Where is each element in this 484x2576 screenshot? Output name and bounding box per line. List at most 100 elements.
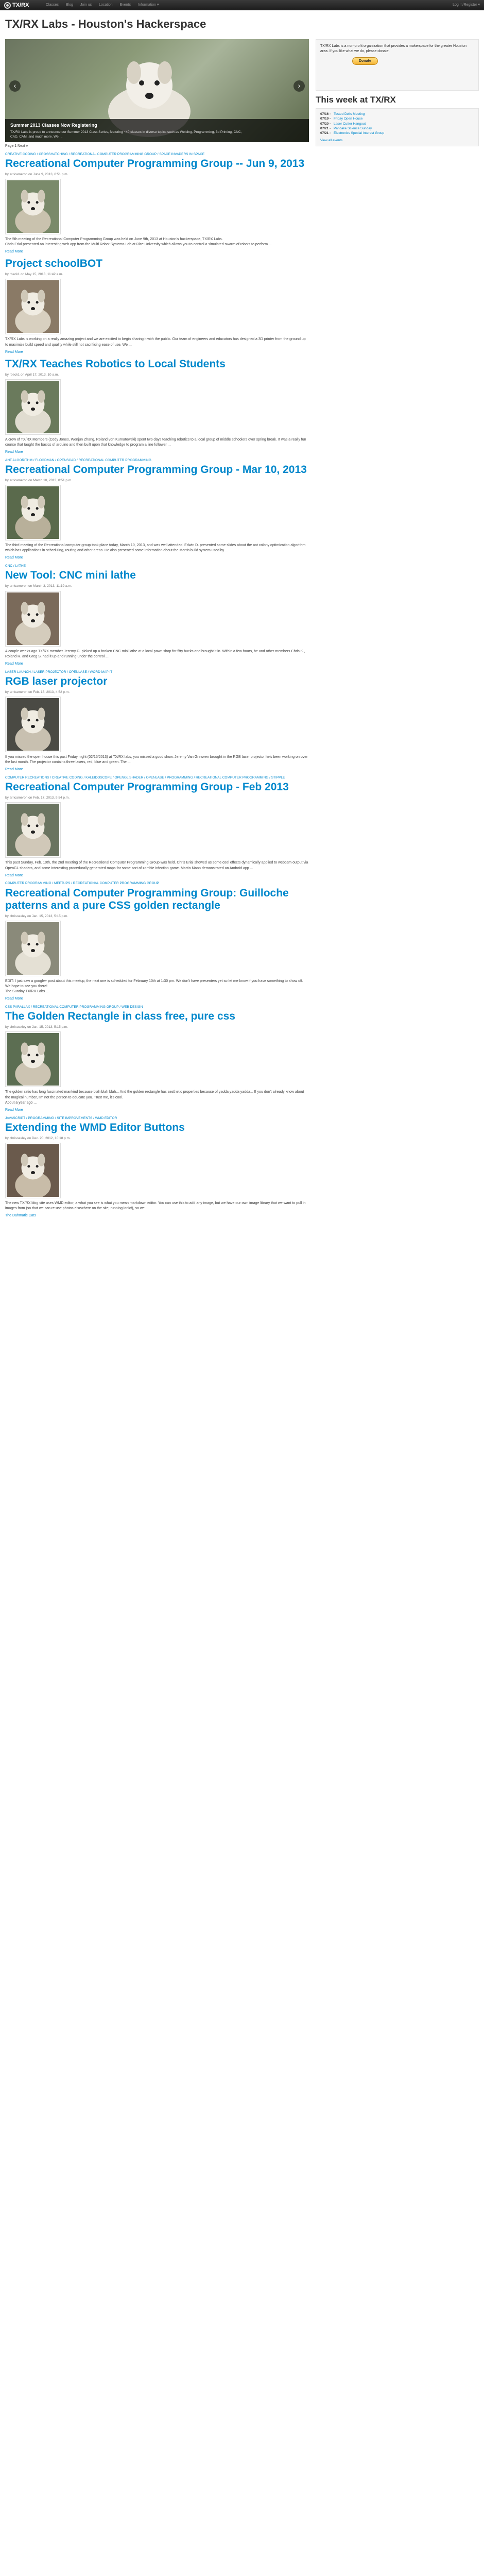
event-title[interactable]: Friday Open House (334, 116, 462, 121)
read-more-link[interactable]: Read More (5, 767, 309, 772)
post-categories[interactable]: JAVASCRIPT / PROGRAMMING / SITE IMPROVEM… (5, 1116, 309, 1121)
post-excerpt: TX/RX Labs is working on a really amazin… (5, 337, 306, 347)
read-more-link[interactable]: The Dahmatic Cats (5, 1213, 309, 1218)
blog-post: COMPUTER PROGRAMMING / MEETUPS / RECREAT… (5, 881, 309, 1002)
post-excerpt: If you missed the open house this past F… (5, 755, 308, 765)
carousel-next-button[interactable]: › (293, 80, 305, 92)
post-list: CREATIVE CODING / CROSSHATCHING / RECREA… (5, 152, 309, 1218)
event-date: 07/20 - (320, 122, 331, 126)
hero-title: Summer 2013 Classes Now Registering (10, 123, 97, 128)
post-thumbnail[interactable] (5, 920, 61, 976)
nav-item-information[interactable]: Information ▾ (134, 0, 162, 10)
nav-item-location[interactable]: Location (95, 0, 116, 10)
post-title[interactable]: Project schoolBOT (5, 258, 309, 270)
pagination[interactable]: Page 1 Next » (5, 144, 309, 149)
post-thumbnail[interactable] (5, 485, 61, 541)
event-item[interactable]: 07/21 - Pancake Science Sunday (320, 126, 474, 131)
read-more-link[interactable]: Read More (5, 450, 309, 455)
post-byline: by arricameron on March 10, 2013, 8:51 p… (5, 479, 73, 483)
post-excerpt: A couple weeks ago TX/RX member Jeremy G… (5, 649, 305, 658)
post-categories[interactable]: LASER LAUNCH / LASER PROJECTOR / OPENLAS… (5, 670, 309, 674)
read-more-link[interactable]: Read More (5, 249, 309, 255)
post-title[interactable]: Recreational Computer Programming Group … (5, 158, 309, 170)
page-container: TX/RX Labs - Houston's Hackerspace ‹ › S… (5, 10, 479, 1217)
post-byline: by arricameron on Feb. 17, 2013, 9:54 p.… (5, 796, 70, 800)
event-title[interactable]: Laser Cutter Hangout (334, 122, 462, 126)
post-excerpt: The third meeting of the Recreational co… (5, 544, 306, 553)
post-byline: by rbeck1 on April 17, 2013, 10 a.m. (5, 372, 59, 377)
post-title[interactable]: The Golden Rectangle in class free, pure… (5, 1010, 309, 1023)
post-thumbnail[interactable] (5, 279, 61, 335)
post-title[interactable]: TX/RX Teaches Robotics to Local Students (5, 358, 309, 370)
dog-thumbnail-image (7, 380, 59, 433)
post-thumbnail[interactable] (5, 1143, 61, 1199)
read-more-link[interactable]: Read More (5, 1108, 309, 1113)
blog-post: LASER LAUNCH / LASER PROJECTOR / OPENLAS… (5, 670, 309, 772)
event-date: 07/16 - (320, 112, 331, 116)
dog-thumbnail-image (7, 922, 59, 975)
post-categories[interactable]: ANT ALGORITHM / FLOODMAN / OPENSCAD / RE… (5, 458, 309, 463)
event-title[interactable]: Electronics Special Interest Group (334, 131, 462, 135)
post-excerpt: The golden ratio has long fascinated man… (5, 1090, 304, 1105)
dog-thumbnail-image (7, 1033, 59, 1086)
blog-post: COMPUTER RECREATIONS / CREATIVE CODING /… (5, 775, 309, 878)
post-thumbnail[interactable] (5, 179, 61, 235)
read-more-link[interactable]: Read More (5, 996, 309, 1002)
event-item[interactable]: 07/19 - Friday Open House (320, 116, 474, 121)
post-categories[interactable]: COMPUTER PROGRAMMING / MEETUPS / RECREAT… (5, 881, 309, 886)
post-title[interactable]: RGB laser projector (5, 675, 309, 688)
txrx-logo-icon (4, 2, 11, 9)
event-item[interactable]: 07/21 - Electronics Special Interest Grou… (320, 131, 474, 135)
login-register-link[interactable]: Log In/Register ▾ (453, 3, 480, 8)
dog-thumbnail-image (7, 486, 59, 539)
post-title[interactable]: Recreational Computer Programming Group … (5, 781, 309, 793)
post-title[interactable]: Recreational Computer Programming Group:… (5, 887, 309, 912)
dog-thumbnail-image (7, 698, 59, 751)
read-more-link[interactable]: Read More (5, 873, 309, 878)
dog-thumbnail-image (7, 180, 59, 233)
post-title[interactable]: New Tool: CNC mini lathe (5, 569, 309, 582)
post-byline: by arricameron on June 9, 2013, 8:51 p.m… (5, 173, 68, 177)
read-more-link[interactable]: Read More (5, 662, 309, 667)
event-item[interactable]: 07/20 - Laser Cutter Hangout (320, 122, 474, 126)
post-byline: by arricameron on Feb. 18, 2013, 4:52 p.… (5, 690, 70, 694)
donate-button[interactable]: Donate (352, 57, 378, 65)
post-thumbnail[interactable] (5, 802, 61, 858)
nav-item-classes[interactable]: Classes (42, 0, 62, 10)
post-thumbnail[interactable] (5, 696, 61, 752)
event-title[interactable]: Tested Dells Meeting (334, 112, 462, 116)
post-thumbnail[interactable] (5, 590, 61, 647)
event-date: 07/21 - (320, 127, 331, 131)
post-title[interactable]: Extending the WMD Editor Buttons (5, 1122, 309, 1134)
nav-item-events[interactable]: Events (116, 0, 134, 10)
post-categories[interactable]: CNC / LATHE (5, 564, 309, 568)
post-byline: by chrisoaxley on Jan. 15, 2013, 5:15 p.… (5, 914, 68, 918)
blog-post: Project schoolBOT by rbeck1 on May 15, 20… (5, 258, 309, 354)
read-more-link[interactable]: Read More (5, 555, 309, 561)
post-title[interactable]: Recreational Computer Programming Group … (5, 464, 309, 476)
view-all-events-link[interactable]: View all events (320, 138, 474, 143)
hero-carousel[interactable]: ‹ › Summer 2013 Classes Now Registering … (5, 39, 309, 142)
post-excerpt: The new TX/RX blog site uses WMD editor,… (5, 1201, 306, 1211)
blog-post: CNC / LATHE New Tool: CNC mini lathe by ar… (5, 564, 309, 666)
blog-post: TX/RX Teaches Robotics to Local Students… (5, 358, 309, 455)
post-categories[interactable]: CSS PARALLAX / RECREATIONAL COMPUTER PRO… (5, 1005, 309, 1009)
event-date: 07/21 - (320, 131, 331, 135)
dog-thumbnail-image (7, 592, 59, 645)
event-item[interactable]: 07/16 - Tested Dells Meeting (320, 112, 474, 116)
post-thumbnail[interactable] (5, 1031, 61, 1088)
post-categories[interactable]: CREATIVE CODING / CROSSHATCHING / RECREA… (5, 152, 309, 157)
post-byline: by chrisoaxley on Dec. 20, 2012, 10:18 p… (5, 1136, 71, 1140)
nav-item-join-us[interactable]: Join us (77, 0, 95, 10)
event-title[interactable]: Pancake Science Sunday (334, 126, 462, 131)
carousel-prev-button[interactable]: ‹ (9, 80, 21, 92)
dog-thumbnail-image (7, 1144, 59, 1197)
read-more-link[interactable]: Read More (5, 350, 309, 355)
nav-item-blog[interactable]: Blog (62, 0, 77, 10)
hero-caption: Summer 2013 Classes Now Registering TX/R… (5, 119, 309, 142)
post-thumbnail[interactable] (5, 379, 61, 435)
events-list: 07/16 - Tested Dells Meeting 07/19 - Frida… (316, 108, 479, 146)
brand-logo[interactable]: TX/RX (4, 2, 29, 9)
post-excerpt: The 5th meeting of the Recreational Comp… (5, 238, 272, 247)
post-categories[interactable]: COMPUTER RECREATIONS / CREATIVE CODING /… (5, 775, 309, 780)
